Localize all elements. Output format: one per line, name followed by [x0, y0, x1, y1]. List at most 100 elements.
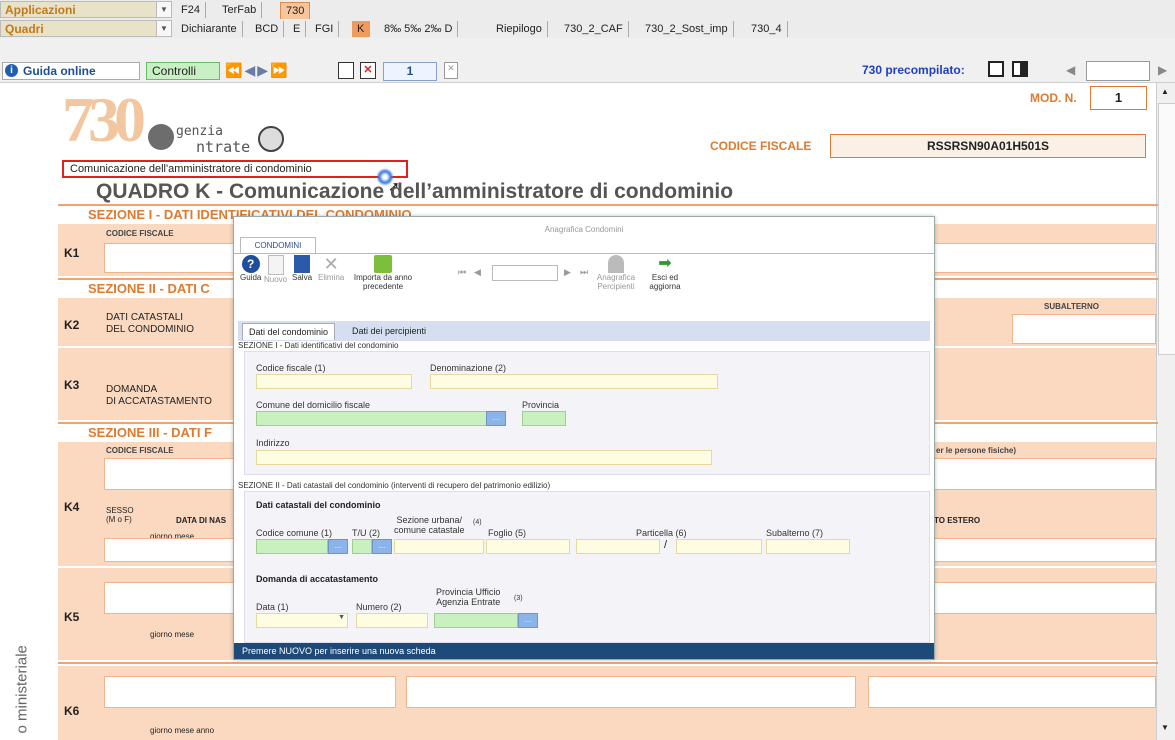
tab-fgi[interactable]: FGI	[310, 21, 340, 37]
comune-lookup-button[interactable]: ...	[486, 411, 506, 426]
tab-f24[interactable]: F24	[176, 2, 206, 18]
tab-k[interactable]: K	[352, 21, 371, 37]
tab-dichiarante[interactable]: Dichiarante	[176, 21, 243, 37]
denominazione-label: Denominazione (2)	[430, 363, 507, 373]
k4-estero-field[interactable]	[932, 538, 1156, 562]
prev-record-icon[interactable]: ◀	[244, 62, 257, 78]
tab-condomini[interactable]: CONDOMINI	[240, 237, 316, 254]
tab-730-4[interactable]: 730_4	[746, 21, 788, 37]
tu-input[interactable]	[352, 539, 372, 554]
first-record-icon[interactable]: ⏮	[458, 267, 466, 278]
dati-catastali-title: Dati catastali del condominio	[256, 500, 381, 510]
chevron-down-icon[interactable]: ▼	[156, 21, 171, 36]
delete-page-icon[interactable]: ✕	[360, 62, 376, 79]
record-field[interactable]	[492, 265, 558, 281]
k6-other-field[interactable]	[868, 676, 1156, 708]
next-record-icon[interactable]: ▶	[257, 62, 270, 78]
importa-button[interactable]: Importa da anno precedente	[348, 255, 418, 291]
provincia-ufficio-lookup-button[interactable]: ...	[518, 613, 538, 628]
applicazioni-label: Applicazioni	[5, 3, 76, 17]
scroll-down-icon[interactable]: ▼	[1161, 723, 1169, 732]
tab-e[interactable]: E	[288, 21, 307, 37]
last-record-icon[interactable]: ⏭	[580, 267, 588, 278]
k5-nome-field[interactable]	[932, 582, 1156, 614]
k1-denominazione-field[interactable]	[932, 243, 1156, 273]
k6-denominazione-field[interactable]	[406, 676, 856, 708]
page-number-field[interactable]: 1	[383, 62, 437, 81]
precompilato-input[interactable]	[1086, 61, 1150, 81]
tu-label: T/U (2)	[352, 528, 380, 538]
last-record-icon[interactable]: ⏩	[270, 62, 289, 78]
tab-riepilogo[interactable]: Riepilogo	[491, 21, 548, 37]
indirizzo-input[interactable]	[256, 450, 712, 465]
quadri-combo[interactable]: Quadri ▼	[0, 20, 172, 37]
controlli-button[interactable]: Controlli	[146, 62, 220, 80]
split-window-icon[interactable]	[1012, 61, 1028, 77]
numero-input[interactable]	[356, 613, 428, 628]
prev-record-icon[interactable]: ◀	[474, 267, 481, 278]
k2-subalterno-field[interactable]	[1012, 314, 1156, 344]
mod-n-field[interactable]: 1	[1090, 86, 1147, 110]
subtab-strip	[238, 321, 930, 341]
elimina-button[interactable]: ✕ Elimina	[318, 255, 344, 282]
new-page-icon[interactable]	[338, 62, 354, 79]
scroll-up-icon[interactable]: ▲	[1161, 87, 1169, 96]
next-record-icon[interactable]: ▶	[564, 267, 571, 278]
salva-button[interactable]: Salva	[292, 255, 312, 282]
codice-comune-input[interactable]	[256, 539, 328, 554]
next-icon[interactable]: ▶	[1158, 63, 1167, 77]
vertical-scrollbar[interactable]: ▲ ▼	[1156, 83, 1175, 740]
chevron-down-icon[interactable]: ▼	[338, 614, 345, 621]
k5-cf-field[interactable]	[104, 582, 236, 614]
k6-cf-field[interactable]	[104, 676, 396, 708]
provincia-label: Provincia	[522, 400, 560, 410]
record-navigation: ⏪◀▶⏩	[225, 62, 289, 79]
tab-dati-percipienti[interactable]: Dati dei percipienti	[346, 323, 432, 339]
tab-8-5-2-d[interactable]: 8‰ 5‰ 2‰ D	[379, 21, 459, 37]
tab-bcd[interactable]: BCD	[250, 21, 285, 37]
quadri-label: Quadri	[5, 22, 44, 36]
scroll-thumb[interactable]	[1158, 103, 1175, 355]
side-vertical-text: o ministeriale	[13, 645, 31, 734]
foglio-input[interactable]	[486, 539, 570, 554]
esci-label: Esci ed aggiorna	[649, 273, 681, 291]
subalterno-label: SUBALTERNO	[1044, 302, 1099, 311]
tab-terfab[interactable]: TerFab	[217, 2, 263, 18]
k4-data-field[interactable]	[104, 538, 236, 562]
codice-comune-label: Codice comune (1)	[256, 528, 333, 538]
provincia-input[interactable]	[522, 411, 566, 426]
guida-button[interactable]: ? Guida	[240, 255, 261, 282]
applicazioni-combo[interactable]: Applicazioni ▼	[0, 1, 172, 18]
tab-dati-condominio[interactable]: Dati del condominio	[242, 323, 336, 340]
codice-fiscale-input[interactable]	[256, 374, 412, 389]
k1-cf-field[interactable]	[104, 243, 236, 273]
k4-cf-field[interactable]	[104, 458, 236, 490]
denominazione-input[interactable]	[430, 374, 718, 389]
tab-730-2-caf[interactable]: 730_2_CAF	[559, 21, 629, 37]
k4-nome-field[interactable]	[932, 458, 1156, 490]
subalterno-input[interactable]	[766, 539, 850, 554]
esci-aggiorna-button[interactable]: ➡ Esci ed aggiorna	[646, 255, 684, 291]
nuovo-button[interactable]: Nuovo	[264, 255, 287, 284]
window-icon[interactable]	[988, 61, 1004, 77]
data-input[interactable]: ▼	[256, 613, 348, 628]
tu-lookup-button[interactable]: ...	[372, 539, 392, 554]
guida-online-button[interactable]: i Guida online	[2, 62, 140, 80]
prev-icon[interactable]: ◀	[1066, 63, 1075, 77]
tab-730-2-sost-imp[interactable]: 730_2_Sost_imp	[640, 21, 734, 37]
foglio-input-2[interactable]	[576, 539, 660, 554]
comune-input[interactable]	[256, 411, 488, 426]
logo-730: 730	[62, 84, 146, 155]
first-record-icon[interactable]: ⏪	[225, 62, 244, 78]
provincia-ufficio-input[interactable]	[434, 613, 518, 628]
anagrafica-percipienti-button[interactable]: Anagrafica Percipienti	[592, 255, 640, 291]
k4-estero-label: TO ESTERO	[934, 516, 981, 525]
particella-input[interactable]	[676, 539, 762, 554]
new-document-icon	[267, 255, 284, 275]
k4-cf-label: CODICE FISCALE	[106, 446, 174, 455]
chevron-down-icon[interactable]: ▼	[156, 2, 171, 17]
codice-fiscale-field[interactable]: RSSRSN90A01H501S	[830, 134, 1146, 158]
tab-730[interactable]: 730	[280, 2, 311, 20]
codice-comune-lookup-button[interactable]: ...	[328, 539, 348, 554]
sezione-urbana-input[interactable]	[394, 539, 484, 554]
